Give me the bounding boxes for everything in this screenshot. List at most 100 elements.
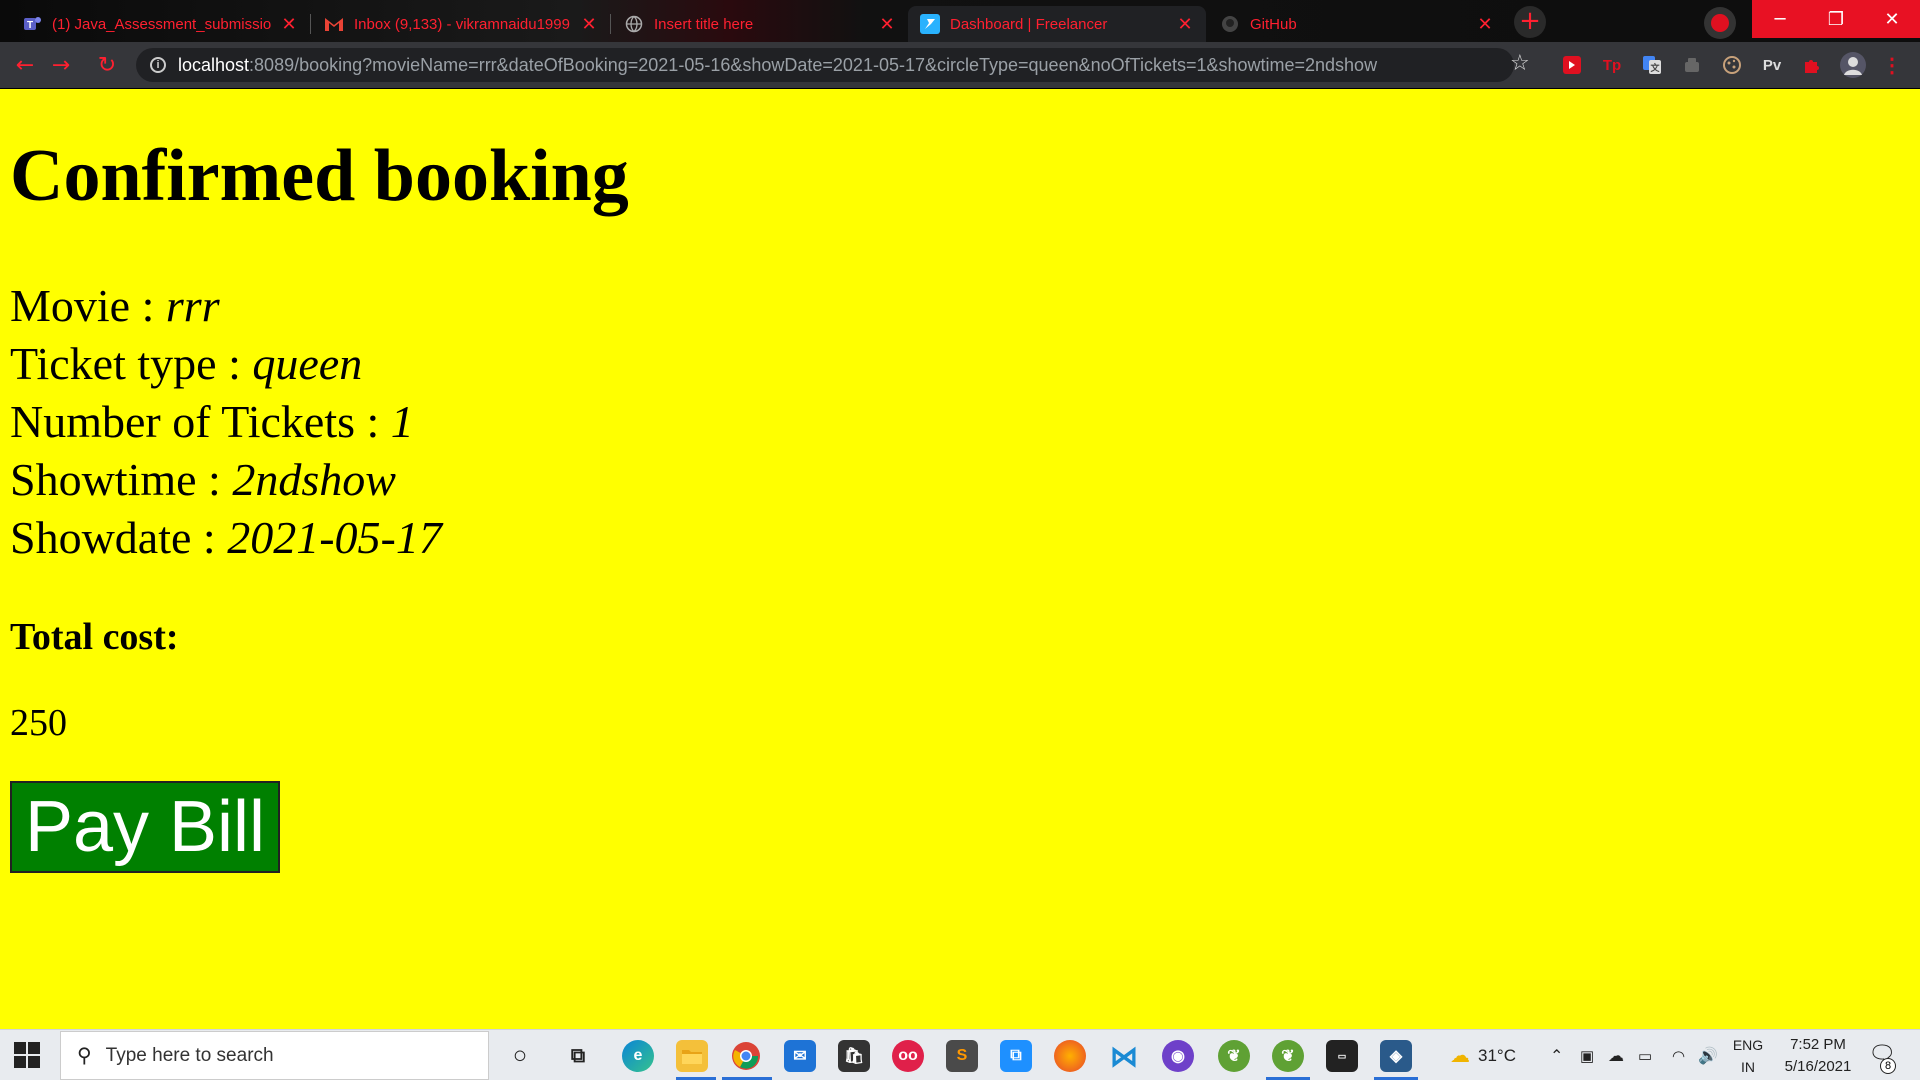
language-code: ENG <box>1732 1037 1764 1053</box>
globe-icon <box>624 14 644 34</box>
chrome-icon[interactable] <box>730 1040 762 1072</box>
spring-tool-2-icon[interactable]: ❦ <box>1272 1040 1304 1072</box>
detail-label: Ticket type : <box>10 338 253 389</box>
task-view-icon[interactable]: ⧉ <box>562 1040 594 1072</box>
store-icon[interactable]: 🛍 <box>838 1040 870 1072</box>
cortana-icon[interactable]: ○ <box>504 1040 536 1072</box>
detail-value: 2ndshow <box>232 454 396 505</box>
app-oo-icon[interactable]: oo <box>892 1040 924 1072</box>
cookie-extension-icon[interactable] <box>1720 53 1744 77</box>
back-icon[interactable]: ← <box>12 52 38 78</box>
gmail-icon <box>324 14 344 34</box>
detail-label: Showdate : <box>10 512 228 563</box>
battery-icon[interactable]: ▭ <box>1638 1030 1652 1080</box>
menu-kebab-icon[interactable]: ⋮ <box>1880 53 1904 77</box>
close-icon[interactable]: ✕ <box>1476 14 1494 35</box>
close-icon[interactable]: ✕ <box>280 14 298 35</box>
tab-separator <box>310 14 311 34</box>
show-hidden-icons[interactable]: ⌃ <box>1550 1030 1563 1080</box>
extensions-puzzle-icon[interactable] <box>1800 53 1824 77</box>
close-icon[interactable]: ✕ <box>1176 14 1194 35</box>
tab-separator <box>610 14 611 34</box>
weather-temp: 31°C <box>1478 1045 1516 1065</box>
notification-count-badge: 8 <box>1880 1058 1896 1074</box>
detail-value: 1 <box>390 396 414 447</box>
profile-extension-icon[interactable] <box>1704 7 1736 39</box>
windows-taskbar: ⚲ Type here to search ○ ⧉ e ✉ 🛍 oo S ⧉ ⋈… <box>0 1029 1920 1080</box>
close-icon[interactable]: ✕ <box>878 14 896 35</box>
close-window-button[interactable]: ✕ <box>1864 0 1920 38</box>
sublime-text-icon[interactable]: S <box>946 1040 978 1072</box>
new-tab-button[interactable]: + <box>1514 6 1546 38</box>
address-bar[interactable]: i localhost:8089/booking?movieName=rrr&d… <box>136 48 1514 82</box>
browser-toolbar: ← → ↻ i localhost:8089/booking?movieName… <box>0 42 1920 89</box>
wifi-icon[interactable]: ◠ <box>1672 1030 1685 1080</box>
volume-icon[interactable]: 🔊 <box>1698 1030 1718 1080</box>
detail-showtime: Showtime : 2ndshow <box>10 451 442 509</box>
tab-title: Inbox (9,133) - vikramnaidu1999 <box>354 15 570 33</box>
mysql-shell-icon[interactable]: ▭ <box>1326 1040 1358 1072</box>
extension-pv-icon[interactable]: Pv <box>1760 53 1784 77</box>
weather-widget[interactable]: ☁ 31°C <box>1450 1030 1516 1080</box>
language-indicator[interactable]: ENG IN <box>1728 1034 1768 1078</box>
detail-value: rrr <box>165 280 220 331</box>
tab-strip: T (1) Java_Assessment_submission ✕ Inbox… <box>0 0 1920 42</box>
bookmark-star-icon[interactable]: ☆ <box>1510 51 1530 76</box>
windows-start-icon[interactable] <box>14 1042 40 1068</box>
minimize-button[interactable]: ─ <box>1752 0 1808 38</box>
clock-time: 7:52 PM <box>1790 1036 1846 1053</box>
firefox-icon[interactable] <box>1054 1040 1086 1072</box>
weather-icon: ☁ <box>1450 1045 1470 1067</box>
github-icon <box>1220 14 1240 34</box>
forward-icon[interactable]: → <box>48 52 74 78</box>
tab-teams[interactable]: T (1) Java_Assessment_submission ✕ <box>10 6 310 42</box>
google-translate-icon[interactable]: 文 <box>1640 53 1664 77</box>
teams-icon: T <box>22 14 42 34</box>
spring-tool-icon[interactable]: ❦ <box>1218 1040 1250 1072</box>
profile-avatar[interactable] <box>1838 50 1868 80</box>
svg-text:T: T <box>27 20 33 31</box>
booking-details: Movie : rrr Ticket type : queen Number o… <box>10 277 442 567</box>
clock[interactable]: 7:52 PM 5/16/2021 <box>1768 1034 1868 1078</box>
freelancer-icon <box>920 14 940 34</box>
meet-now-icon[interactable]: ▣ <box>1580 1030 1594 1080</box>
tab-freelancer[interactable]: Dashboard | Freelancer ✕ <box>908 6 1206 42</box>
clock-date: 5/16/2021 <box>1784 1058 1852 1075</box>
mail-icon[interactable]: ✉ <box>784 1040 816 1072</box>
pay-bill-button[interactable]: Pay Bill <box>10 781 280 873</box>
tab-title: GitHub <box>1250 15 1297 33</box>
region-code: IN <box>1741 1059 1755 1075</box>
svg-text:文: 文 <box>1649 62 1660 73</box>
taskbar-search-input[interactable]: ⚲ Type here to search <box>60 1031 489 1080</box>
tab-insert-title[interactable]: Insert title here ✕ <box>612 6 908 42</box>
total-cost-label: Total cost: <box>10 616 179 658</box>
url-path: :8089/booking?movieName=rrr&dateOfBookin… <box>249 54 1378 75</box>
maximize-button[interactable]: ❐ <box>1808 0 1864 38</box>
onedrive-icon[interactable]: ☁ <box>1608 1030 1624 1080</box>
file-explorer-icon[interactable] <box>676 1040 708 1072</box>
reload-icon[interactable]: ↻ <box>94 52 120 78</box>
extension-tp-icon[interactable]: Tp <box>1600 53 1624 77</box>
mysql-workbench-icon[interactable]: ◈ <box>1380 1040 1412 1072</box>
detail-number-of-tickets: Number of Tickets : 1 <box>10 393 442 451</box>
close-icon[interactable]: ✕ <box>580 14 598 35</box>
tab-gmail[interactable]: Inbox (9,133) - vikramnaidu1999 ✕ <box>312 6 610 42</box>
detail-label: Number of Tickets : <box>10 396 391 447</box>
extension-grey-icon[interactable] <box>1680 53 1704 77</box>
search-placeholder: Type here to search <box>105 1044 274 1066</box>
github-desktop-icon[interactable]: ◉ <box>1162 1040 1194 1072</box>
detail-label: Movie : <box>10 280 166 331</box>
info-icon[interactable]: i <box>150 57 166 73</box>
detail-ticket-type: Ticket type : queen <box>10 335 442 393</box>
search-icon: ⚲ <box>77 1045 92 1067</box>
page-title: Confirmed booking <box>10 135 629 217</box>
detail-movie: Movie : rrr <box>10 277 442 335</box>
vscode-icon[interactable]: ⋈ <box>1108 1040 1140 1072</box>
edge-icon[interactable]: e <box>622 1040 654 1072</box>
extension-red-square-icon[interactable] <box>1560 53 1584 77</box>
page-content: Confirmed booking Movie : rrr Ticket typ… <box>0 89 1920 1029</box>
app-window-icon[interactable]: ⧉ <box>1000 1040 1032 1072</box>
tab-github[interactable]: GitHub ✕ <box>1208 6 1506 42</box>
total-cost-value: 250 <box>10 702 67 744</box>
detail-showdate: Showdate : 2021-05-17 <box>10 509 442 567</box>
